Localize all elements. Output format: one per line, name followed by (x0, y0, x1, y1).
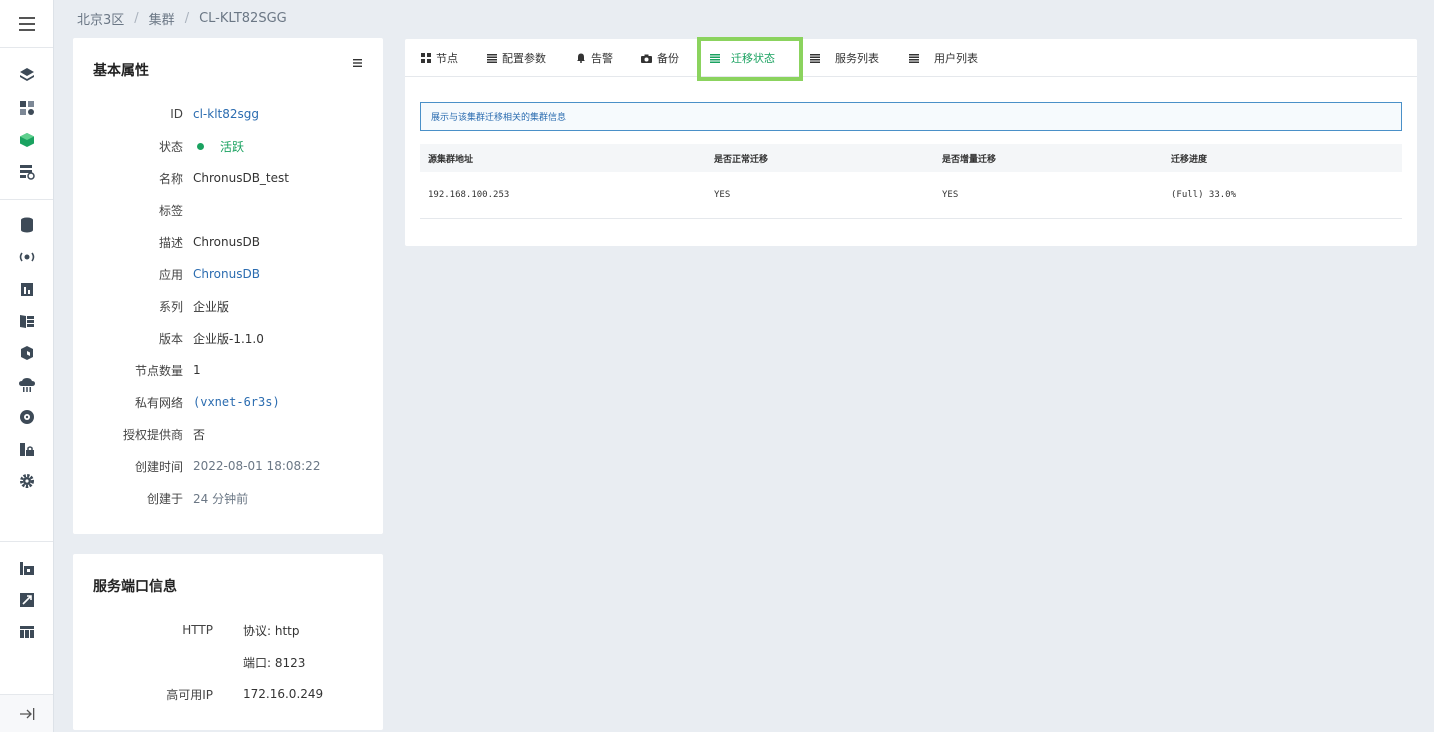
layers-icon[interactable] (18, 66, 36, 84)
col-normal-migration[interactable]: 是否正常迁移 (714, 144, 768, 172)
tab-bar: 节点 配置参数 告警 备份 迁移状态 服务列表 用户列表 (405, 37, 1417, 81)
disk-icon[interactable] (18, 408, 36, 426)
card-title: 基本属性 (93, 63, 149, 79)
info-banner: 展示与该集群迁移相关的集群信息 (420, 102, 1402, 131)
bell-icon (575, 53, 586, 63)
menu-lines-icon[interactable] (353, 58, 363, 68)
prop-row-description: 描述 ChronusDB (158, 235, 260, 250)
tab-alerts[interactable]: 告警 (575, 39, 613, 77)
bar-chart-icon[interactable] (18, 280, 36, 298)
box-icon[interactable] (18, 344, 36, 362)
breadcrumb-region[interactable]: 北京3区 (77, 9, 124, 28)
table-row: 192.168.100.253 YES YES (Full) 33.0% (420, 172, 1402, 219)
tab-nodes[interactable]: 节点 (420, 39, 458, 77)
prop-row-app: 应用 ChronusDB (158, 267, 260, 282)
tab-config[interactable]: 配置参数 (486, 39, 546, 77)
info-text: 展示与该集群迁移相关的集群信息 (431, 113, 567, 123)
tab-migration-status[interactable]: 迁移状态 (709, 39, 775, 77)
service-ports-card: 服务端口信息 HTTP 协议: http 端口: 8123 高可用IP 172.16… (73, 554, 383, 730)
arrow-right-bar-icon (19, 707, 34, 720)
table-icon[interactable] (18, 623, 36, 641)
cell-incremental-migration: YES (942, 190, 959, 200)
tab-backup[interactable]: 备份 (641, 39, 679, 77)
prop-row-created-ago: 创建于 24 分钟前 (146, 491, 249, 506)
camera-icon (641, 53, 652, 63)
table-header: 源集群地址 是否正常迁移 是否增量迁移 迁移进度 (420, 144, 1402, 172)
server-refresh-icon[interactable] (18, 163, 36, 181)
cloud-icon[interactable] (18, 376, 36, 394)
apps-icon[interactable] (18, 99, 36, 117)
prop-row-node-count: 节点数量 1 (134, 363, 201, 378)
cube-icon[interactable] (18, 131, 36, 149)
cell-normal-migration: YES (714, 190, 731, 200)
building-icon[interactable] (18, 559, 36, 577)
col-incremental-migration[interactable]: 是否增量迁移 (942, 144, 996, 172)
vxnet-link[interactable]: (vxnet-6r3s) (193, 395, 280, 409)
detail-tabs-card: 节点 配置参数 告警 备份 迁移状态 服务列表 用户列表 展示与该集群迁移相关的… (405, 37, 1417, 246)
prop-row-status: 状态 活跃 (158, 139, 245, 154)
lock-icon[interactable] (18, 440, 36, 458)
prop-row-tags: 标签 (158, 203, 183, 218)
broadcast-icon[interactable] (18, 248, 36, 266)
prop-row-license: 授权提供商否 (122, 427, 206, 442)
col-progress[interactable]: 迁移进度 (1171, 144, 1207, 172)
status-value: 活跃 (220, 139, 245, 154)
gear-icon[interactable] (18, 472, 36, 490)
app-link[interactable]: ChronusDB (193, 267, 260, 281)
port-row-http: HTTP 协议: http (182, 623, 300, 638)
menu-button[interactable] (0, 0, 53, 48)
left-nav (0, 0, 54, 732)
prop-row-name: 名称 ChronusDB_test (158, 171, 289, 186)
tab-services[interactable]: 服务列表 (809, 39, 879, 77)
breadcrumb: 北京3区 / 集群 / CL-KLT82SGG (77, 9, 287, 28)
migration-table: 源集群地址 是否正常迁移 是否增量迁移 迁移进度 192.168.100.253… (420, 144, 1402, 219)
prop-row-id: ID cl-klt82sgg (170, 107, 260, 121)
prop-row-vxnet: 私有网络 (vxnet-6r3s) (134, 395, 280, 410)
tab-users[interactable]: 用户列表 (908, 39, 978, 77)
status-dot (197, 142, 204, 150)
share-icon[interactable] (18, 591, 36, 609)
cell-source-address: 192.168.100.253 (428, 190, 510, 200)
storage-icon[interactable] (18, 312, 36, 330)
basic-properties-card: 基本属性 ID cl-klt82sgg 状态 活跃 名称 ChronusDB_test… (73, 38, 383, 534)
port-row-port: 端口: 8123 (243, 655, 306, 670)
list-icon (809, 53, 820, 63)
database-icon[interactable] (18, 216, 36, 234)
prop-row-series: 系列 企业版 (158, 299, 230, 314)
hamburger-icon (18, 16, 35, 31)
collapse-nav-button[interactable] (0, 694, 53, 732)
grid-icon (420, 53, 431, 63)
col-source-address[interactable]: 源集群地址 (428, 144, 473, 172)
prop-row-created-time: 创建时间 2022-08-01 18:08:22 (134, 459, 321, 474)
card-title: 服务端口信息 (93, 579, 177, 595)
cell-progress: (Full) 33.0% (1171, 190, 1237, 200)
breadcrumb-clusters[interactable]: 集群 (149, 9, 175, 28)
list-icon (709, 53, 720, 63)
port-row-vip: 高可用IP 172.16.0.249 (166, 687, 324, 702)
list-icon (908, 53, 919, 63)
breadcrumb-current: CL-KLT82SGG (199, 10, 287, 26)
cluster-id[interactable]: cl-klt82sgg (193, 107, 259, 121)
list-icon (486, 53, 497, 63)
prop-row-version: 版本 企业版-1.1.0 (158, 331, 264, 346)
